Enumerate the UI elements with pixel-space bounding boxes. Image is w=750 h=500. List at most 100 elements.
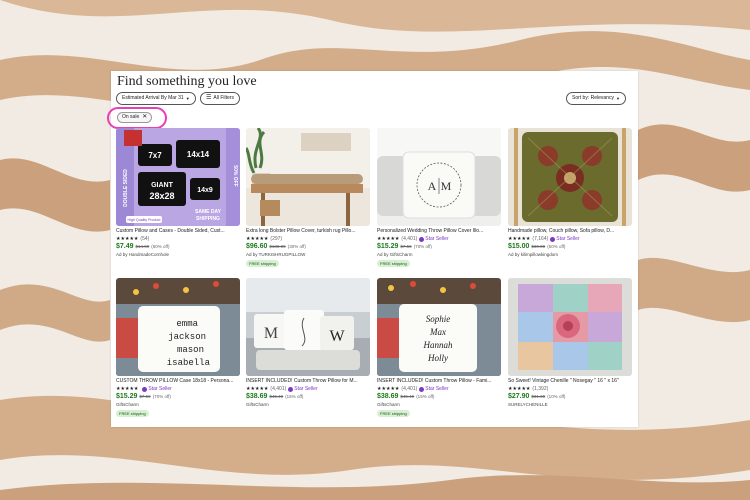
product-title[interactable]: So Sweet! Vintage Chenille " Nosegay " 1… [508, 378, 632, 384]
monogram-m: M [441, 179, 452, 193]
name-line-2: Max [429, 327, 446, 337]
star-rating-icon: ★★★★★ [377, 386, 400, 392]
on-sale-chip[interactable]: On sale ✕ [117, 112, 153, 123]
chevron-down-icon: ▼ [185, 96, 190, 101]
all-filters-button[interactable]: ☰ All Filters [200, 92, 240, 105]
discount-percent: (10% off) [547, 394, 566, 399]
on-sale-label: On sale [122, 114, 140, 120]
shop-name[interactable]: Ad by kilimpillowkingdom [508, 252, 558, 257]
filter-icon: ☰ [206, 95, 212, 101]
product-title[interactable]: INSERT INCLUDED! Custom Throw Pillow for… [246, 378, 370, 384]
shop-name[interactable]: Ad by TURKISHRUGPILLOW [246, 252, 305, 257]
product-rating: ★★★★★ (4,401) Star Seller [246, 386, 318, 392]
shipping-label: SHIPPING [196, 216, 220, 222]
shop-name[interactable]: Ad by GiftsCharm [377, 252, 413, 257]
product-rating: ★★★★★ (297) [246, 236, 282, 242]
sale-price: $15.29 [377, 243, 399, 250]
shop-name[interactable]: GiftsCharm [116, 402, 139, 407]
shop-name[interactable]: Ad by HandmadeCornhole [116, 252, 169, 257]
name-line-2: jackson [168, 332, 206, 342]
star-rating-icon: ★★★★★ [116, 236, 139, 242]
star-rating-icon: ★★★★★ [377, 236, 400, 242]
monogram-a: A [428, 179, 437, 193]
shop-name[interactable]: SURELYCHENILLE [508, 402, 548, 407]
product-image[interactable]: M W [246, 278, 370, 376]
discount-percent: (15% off) [416, 394, 435, 399]
sort-by-dropdown[interactable]: Sort by: Relevancy ▼ [566, 92, 626, 105]
product-title[interactable]: Personalized Wedding Throw Pillow Cover … [377, 228, 501, 234]
shop-name[interactable]: GiftsCharm [246, 402, 269, 407]
review-count: (4,401) [401, 386, 418, 392]
close-icon[interactable]: ✕ [142, 113, 147, 122]
monogram-m: M [264, 325, 278, 342]
star-rating-icon: ★★★★★ [246, 236, 269, 242]
product-image[interactable]: emma jackson mason isabella [116, 278, 240, 376]
original-price: $14.99 [135, 244, 150, 249]
double-sided-label: DOUBLE SIDED [123, 169, 129, 207]
product-rating: ★★★★★ (54) [116, 236, 149, 242]
product-title[interactable]: Custom Pillow and Cases - Double Sided, … [116, 228, 240, 234]
size-label-7x7: 7x7 [148, 151, 162, 160]
original-price: $45.49 [269, 394, 284, 399]
star-seller-badge: Star Seller [419, 386, 449, 392]
price-row: $38.69 $45.49 (15% off) [246, 393, 303, 400]
product-image[interactable] [508, 128, 632, 226]
price-row: $7.49 $14.99 (50% off) [116, 243, 169, 250]
product-rating: ★★★★★ (1,392) [508, 386, 548, 392]
review-count: (1,392) [532, 386, 549, 392]
star-rating-icon: ★★★★★ [246, 386, 269, 392]
original-price: $30.00 [531, 244, 546, 249]
product-image[interactable]: A M [377, 128, 501, 226]
star-seller-icon [288, 386, 294, 392]
price-row: $27.90 $31.00 (10% off) [508, 393, 565, 400]
sale-price: $7.49 [116, 243, 134, 250]
discount-percent: (30% off) [287, 244, 306, 249]
name-line-1: Sophie [426, 314, 451, 324]
review-count: (4,401) [401, 236, 418, 242]
discount-percent: (15% off) [285, 394, 304, 399]
product-image[interactable]: 7x7 14x14 GIANT 28x28 14x9 DOUBLE SIDED … [116, 128, 240, 226]
shop-name[interactable]: GiftsCharm [377, 402, 400, 407]
product-title[interactable]: CUSTOM THROW PILLOW Case 18x18 - Persona… [116, 378, 240, 384]
original-price: $45.49 [400, 394, 415, 399]
sale-price: $38.69 [377, 393, 399, 400]
product-image[interactable]: Sophie Max Hannah Holly [377, 278, 501, 376]
product-title[interactable]: Extra long Bolster Pillow Cover, turkish… [246, 228, 370, 234]
product-image[interactable] [508, 278, 632, 376]
product-image[interactable] [246, 128, 370, 226]
star-seller-label: Star Seller [425, 236, 449, 242]
same-day-label: SAME DAY [195, 209, 222, 215]
sale-price: $96.60 [246, 243, 268, 250]
price-row: $15.29 $7.59 (70% off) [377, 243, 432, 250]
sort-by-label: Sort by: Relevancy [572, 95, 614, 101]
discount-percent: (70% off) [413, 244, 432, 249]
giant-label: GIANT [151, 182, 174, 189]
review-count: (54) [140, 236, 150, 242]
review-count: (4,401) [270, 386, 287, 392]
free-shipping-badge: FREE shipping [246, 260, 279, 267]
name-line-3: mason [177, 345, 204, 355]
discount-percent: (70% off) [152, 394, 171, 399]
original-price: $31.00 [531, 394, 546, 399]
page-title: Find something you love [117, 74, 257, 89]
free-shipping-badge: FREE shipping [116, 410, 149, 417]
estimated-arrival-label: Estimated Arrival By Mar 31 [122, 95, 184, 101]
product-title[interactable]: Handmade pillow, Couch pillow, Sofa pill… [508, 228, 632, 234]
star-seller-icon [550, 236, 556, 242]
product-title[interactable]: INSERT INCLUDED! Custom Throw Pillow - F… [377, 378, 501, 384]
size-label-14x14: 14x14 [187, 150, 210, 159]
estimated-arrival-filter[interactable]: Estimated Arrival By Mar 31 ▼ [116, 92, 196, 105]
discount-percent: (50% off) [151, 244, 170, 249]
star-seller-label: Star Seller [294, 386, 318, 392]
star-seller-label: Star Seller [148, 386, 172, 392]
product-rating: ★★★★★ (7,164) Star Seller [508, 236, 580, 242]
size-label-14x9: 14x9 [197, 187, 213, 194]
price-row: $15.29 $7.59 (70% off) [116, 393, 171, 400]
product-rating: ★★★★★ (4,401) Star Seller [377, 236, 449, 242]
price-row: $96.60 $138.00 (30% off) [246, 243, 306, 250]
star-seller-icon [142, 386, 148, 392]
sale-price: $15.29 [116, 393, 138, 400]
original-price: $138.00 [269, 244, 286, 249]
free-shipping-badge: FREE shipping [377, 410, 410, 417]
chevron-down-icon: ▼ [615, 96, 620, 101]
